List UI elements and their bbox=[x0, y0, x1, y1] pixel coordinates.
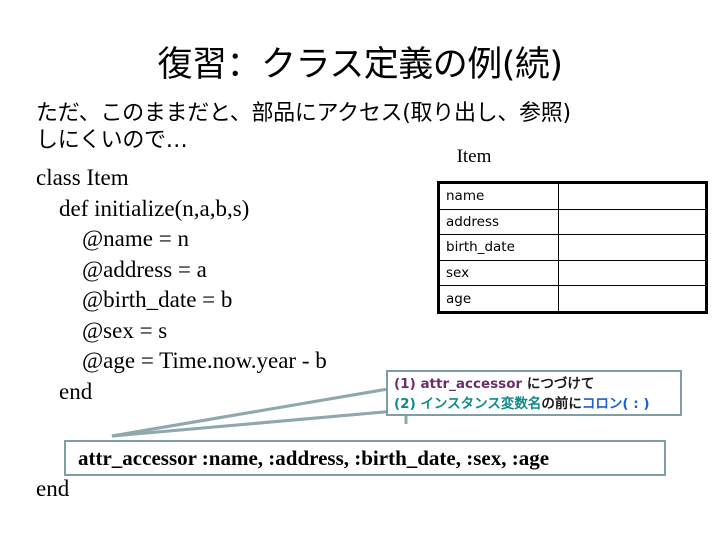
intro-text: ただ、このままだと、部品にアクセス(取り出し、参照) しにくいので… bbox=[36, 100, 676, 154]
table-cell-key: age bbox=[438, 285, 559, 313]
callout-marker-1: (1) bbox=[394, 376, 416, 392]
code-line-class: class Item bbox=[36, 165, 129, 190]
callout-highlight-2: コロン( : ) bbox=[581, 396, 650, 412]
table-cell-key: birth_date bbox=[438, 234, 559, 261]
attr-accessor-box: attr_accessor :name, :address, :birth_da… bbox=[64, 440, 666, 476]
item-diagram-caption: Item bbox=[456, 146, 492, 167]
table-row: birth_date bbox=[438, 234, 707, 261]
code-line-birth-date: @birth_date = b bbox=[36, 287, 233, 312]
code-line-address: @address = a bbox=[36, 256, 207, 282]
table-row: sex bbox=[438, 259, 707, 287]
callout-tail-1: につづけて bbox=[526, 376, 595, 392]
callout-term-2: インスタンス変数名 bbox=[420, 396, 542, 412]
intro-line-1: ただ、このままだと、部品にアクセス(取り出し、参照) bbox=[36, 101, 571, 126]
table-cell-key: sex bbox=[438, 259, 559, 287]
table-cell-value bbox=[558, 234, 707, 261]
table-cell-value bbox=[558, 259, 707, 287]
table-cell-value bbox=[558, 182, 707, 210]
callout-line-1: (1) attr_accessor につづけて bbox=[394, 374, 680, 394]
table-row: name bbox=[438, 182, 707, 210]
callout-box: (1) attr_accessor につづけて (2) インスタンス変数名の前に… bbox=[386, 370, 682, 416]
intro-line-2: しにくいので… bbox=[36, 128, 188, 153]
slide-canvas: 復習：クラス定義の例(続) ただ、このままだと、部品にアクセス(取り出し、参照)… bbox=[0, 0, 720, 540]
callout-middle-2: の前に bbox=[541, 396, 582, 412]
callout-marker-2: (2) bbox=[394, 396, 416, 412]
code-line-def: def initialize(n,a,b,s) bbox=[36, 195, 250, 221]
callout-code-1: attr_accessor bbox=[420, 376, 523, 392]
table-cell-key: name bbox=[438, 182, 559, 210]
table-row: age bbox=[438, 285, 707, 313]
table-cell-value bbox=[558, 285, 707, 313]
callout-line-2: (2) インスタンス変数名の前にコロン( : ) bbox=[394, 394, 680, 414]
code-line-end-outer: end bbox=[36, 476, 70, 501]
table-cell-key: address bbox=[438, 208, 559, 236]
table-cell-value bbox=[558, 208, 707, 236]
code-line-name: @name = n bbox=[36, 226, 189, 251]
item-attribute-table: name address birth_date sex age bbox=[437, 181, 708, 314]
page-title: 復習：クラス定義の例(続) bbox=[157, 45, 563, 85]
attr-accessor-text: attr_accessor :name, :address, :birth_da… bbox=[78, 446, 550, 470]
code-line-sex: @sex = s bbox=[36, 317, 168, 343]
table-row: address bbox=[438, 208, 707, 236]
